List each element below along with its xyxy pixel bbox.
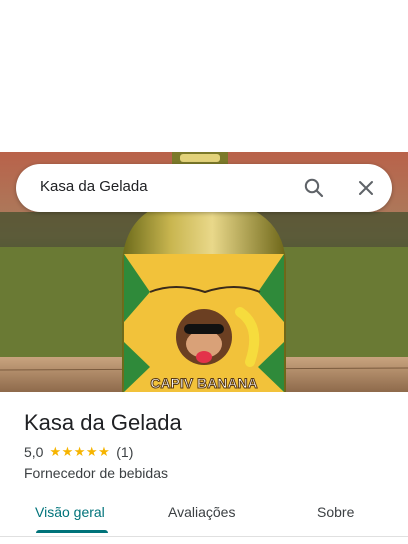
active-tab-indicator — [36, 530, 108, 533]
star-rating-icon: ★★★★★ — [49, 444, 111, 459]
search-icon[interactable] — [302, 176, 326, 200]
tab-about[interactable]: Sobre — [317, 504, 354, 520]
place-category[interactable]: Fornecedor de bebidas — [24, 465, 168, 481]
search-input[interactable]: Kasa da Gelada — [40, 178, 148, 195]
review-count-link[interactable]: (1) — [116, 444, 133, 460]
rating-row: 5,0 ★★★★★ (1) — [24, 444, 133, 460]
rating-value: 5,0 — [24, 444, 44, 460]
bottle-label-text: CAPIV BANANA — [150, 375, 257, 391]
tab-reviews[interactable]: Avaliações — [168, 504, 235, 520]
place-tabs: Visão geral Avaliações Sobre — [0, 496, 408, 536]
place-title: Kasa da Gelada — [24, 410, 182, 435]
tab-overview[interactable]: Visão geral — [35, 504, 105, 520]
close-icon[interactable] — [354, 176, 378, 200]
search-bar[interactable]: Kasa da Gelada — [16, 164, 392, 212]
tabs-divider — [0, 536, 408, 537]
map-blank-area — [0, 0, 408, 152]
